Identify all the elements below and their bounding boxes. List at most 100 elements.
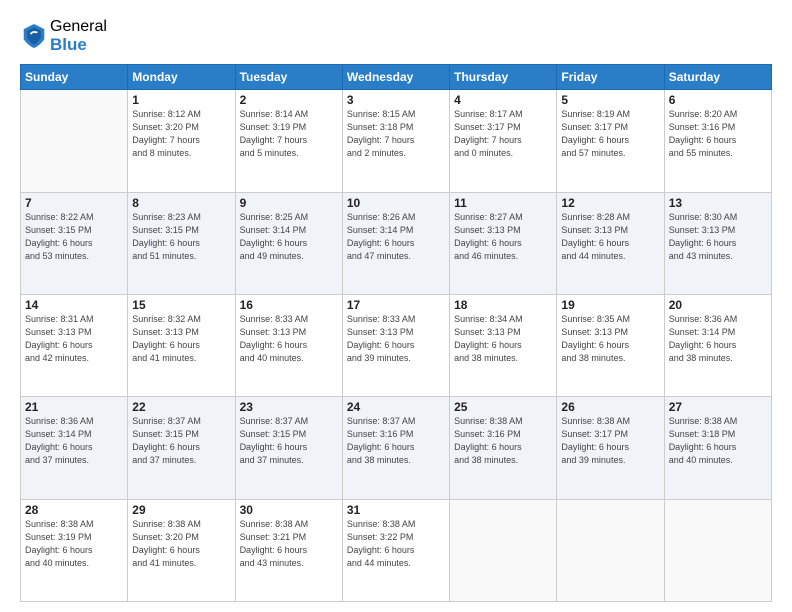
calendar-week-row: 14Sunrise: 8:31 AM Sunset: 3:13 PM Dayli… (21, 294, 772, 396)
calendar-week-row: 7Sunrise: 8:22 AM Sunset: 3:15 PM Daylig… (21, 192, 772, 294)
day-number: 8 (132, 196, 230, 210)
day-info: Sunrise: 8:28 AM Sunset: 3:13 PM Dayligh… (561, 211, 659, 263)
day-info: Sunrise: 8:38 AM Sunset: 3:21 PM Dayligh… (240, 518, 338, 570)
col-saturday: Saturday (664, 65, 771, 90)
col-tuesday: Tuesday (235, 65, 342, 90)
day-info: Sunrise: 8:26 AM Sunset: 3:14 PM Dayligh… (347, 211, 445, 263)
day-info: Sunrise: 8:17 AM Sunset: 3:17 PM Dayligh… (454, 108, 552, 160)
day-info: Sunrise: 8:14 AM Sunset: 3:19 PM Dayligh… (240, 108, 338, 160)
logo-icon (22, 22, 46, 50)
table-row: 11Sunrise: 8:27 AM Sunset: 3:13 PM Dayli… (450, 192, 557, 294)
day-number: 21 (25, 400, 123, 414)
header: General Blue (20, 18, 772, 54)
col-monday: Monday (128, 65, 235, 90)
day-number: 3 (347, 93, 445, 107)
calendar-table: Sunday Monday Tuesday Wednesday Thursday… (20, 64, 772, 602)
day-number: 17 (347, 298, 445, 312)
day-info: Sunrise: 8:23 AM Sunset: 3:15 PM Dayligh… (132, 211, 230, 263)
table-row: 18Sunrise: 8:34 AM Sunset: 3:13 PM Dayli… (450, 294, 557, 396)
table-row: 22Sunrise: 8:37 AM Sunset: 3:15 PM Dayli… (128, 397, 235, 499)
logo: General Blue (20, 18, 107, 54)
day-info: Sunrise: 8:38 AM Sunset: 3:18 PM Dayligh… (669, 415, 767, 467)
table-row (664, 499, 771, 601)
table-row: 1Sunrise: 8:12 AM Sunset: 3:20 PM Daylig… (128, 90, 235, 192)
day-info: Sunrise: 8:20 AM Sunset: 3:16 PM Dayligh… (669, 108, 767, 160)
day-number: 10 (347, 196, 445, 210)
day-info: Sunrise: 8:36 AM Sunset: 3:14 PM Dayligh… (25, 415, 123, 467)
table-row: 21Sunrise: 8:36 AM Sunset: 3:14 PM Dayli… (21, 397, 128, 499)
day-info: Sunrise: 8:19 AM Sunset: 3:17 PM Dayligh… (561, 108, 659, 160)
day-number: 1 (132, 93, 230, 107)
day-info: Sunrise: 8:38 AM Sunset: 3:20 PM Dayligh… (132, 518, 230, 570)
day-number: 22 (132, 400, 230, 414)
day-number: 20 (669, 298, 767, 312)
col-sunday: Sunday (21, 65, 128, 90)
table-row: 14Sunrise: 8:31 AM Sunset: 3:13 PM Dayli… (21, 294, 128, 396)
day-number: 15 (132, 298, 230, 312)
table-row: 5Sunrise: 8:19 AM Sunset: 3:17 PM Daylig… (557, 90, 664, 192)
logo-text: General Blue (50, 18, 107, 54)
table-row: 13Sunrise: 8:30 AM Sunset: 3:13 PM Dayli… (664, 192, 771, 294)
day-info: Sunrise: 8:35 AM Sunset: 3:13 PM Dayligh… (561, 313, 659, 365)
day-info: Sunrise: 8:31 AM Sunset: 3:13 PM Dayligh… (25, 313, 123, 365)
day-info: Sunrise: 8:33 AM Sunset: 3:13 PM Dayligh… (347, 313, 445, 365)
table-row (450, 499, 557, 601)
day-number: 18 (454, 298, 552, 312)
table-row: 15Sunrise: 8:32 AM Sunset: 3:13 PM Dayli… (128, 294, 235, 396)
table-row: 19Sunrise: 8:35 AM Sunset: 3:13 PM Dayli… (557, 294, 664, 396)
day-number: 29 (132, 503, 230, 517)
day-info: Sunrise: 8:38 AM Sunset: 3:16 PM Dayligh… (454, 415, 552, 467)
day-number: 23 (240, 400, 338, 414)
calendar-week-row: 21Sunrise: 8:36 AM Sunset: 3:14 PM Dayli… (21, 397, 772, 499)
day-info: Sunrise: 8:37 AM Sunset: 3:15 PM Dayligh… (240, 415, 338, 467)
day-number: 25 (454, 400, 552, 414)
day-info: Sunrise: 8:38 AM Sunset: 3:22 PM Dayligh… (347, 518, 445, 570)
day-number: 28 (25, 503, 123, 517)
day-info: Sunrise: 8:22 AM Sunset: 3:15 PM Dayligh… (25, 211, 123, 263)
table-row (21, 90, 128, 192)
table-row: 4Sunrise: 8:17 AM Sunset: 3:17 PM Daylig… (450, 90, 557, 192)
table-row (557, 499, 664, 601)
day-info: Sunrise: 8:38 AM Sunset: 3:19 PM Dayligh… (25, 518, 123, 570)
table-row: 25Sunrise: 8:38 AM Sunset: 3:16 PM Dayli… (450, 397, 557, 499)
day-info: Sunrise: 8:36 AM Sunset: 3:14 PM Dayligh… (669, 313, 767, 365)
table-row: 3Sunrise: 8:15 AM Sunset: 3:18 PM Daylig… (342, 90, 449, 192)
day-number: 2 (240, 93, 338, 107)
table-row: 8Sunrise: 8:23 AM Sunset: 3:15 PM Daylig… (128, 192, 235, 294)
calendar-week-row: 28Sunrise: 8:38 AM Sunset: 3:19 PM Dayli… (21, 499, 772, 601)
calendar-week-row: 1Sunrise: 8:12 AM Sunset: 3:20 PM Daylig… (21, 90, 772, 192)
day-info: Sunrise: 8:37 AM Sunset: 3:16 PM Dayligh… (347, 415, 445, 467)
day-number: 7 (25, 196, 123, 210)
table-row: 26Sunrise: 8:38 AM Sunset: 3:17 PM Dayli… (557, 397, 664, 499)
table-row: 9Sunrise: 8:25 AM Sunset: 3:14 PM Daylig… (235, 192, 342, 294)
table-row: 10Sunrise: 8:26 AM Sunset: 3:14 PM Dayli… (342, 192, 449, 294)
day-number: 26 (561, 400, 659, 414)
day-info: Sunrise: 8:37 AM Sunset: 3:15 PM Dayligh… (132, 415, 230, 467)
logo-general: General (50, 18, 107, 36)
day-number: 5 (561, 93, 659, 107)
day-info: Sunrise: 8:34 AM Sunset: 3:13 PM Dayligh… (454, 313, 552, 365)
day-number: 6 (669, 93, 767, 107)
day-info: Sunrise: 8:25 AM Sunset: 3:14 PM Dayligh… (240, 211, 338, 263)
day-info: Sunrise: 8:38 AM Sunset: 3:17 PM Dayligh… (561, 415, 659, 467)
day-number: 9 (240, 196, 338, 210)
logo-blue: Blue (50, 36, 107, 55)
day-info: Sunrise: 8:27 AM Sunset: 3:13 PM Dayligh… (454, 211, 552, 263)
day-number: 11 (454, 196, 552, 210)
table-row: 20Sunrise: 8:36 AM Sunset: 3:14 PM Dayli… (664, 294, 771, 396)
table-row: 16Sunrise: 8:33 AM Sunset: 3:13 PM Dayli… (235, 294, 342, 396)
col-thursday: Thursday (450, 65, 557, 90)
table-row: 24Sunrise: 8:37 AM Sunset: 3:16 PM Dayli… (342, 397, 449, 499)
day-number: 31 (347, 503, 445, 517)
day-info: Sunrise: 8:12 AM Sunset: 3:20 PM Dayligh… (132, 108, 230, 160)
day-info: Sunrise: 8:33 AM Sunset: 3:13 PM Dayligh… (240, 313, 338, 365)
day-number: 13 (669, 196, 767, 210)
day-info: Sunrise: 8:15 AM Sunset: 3:18 PM Dayligh… (347, 108, 445, 160)
day-number: 12 (561, 196, 659, 210)
table-row: 31Sunrise: 8:38 AM Sunset: 3:22 PM Dayli… (342, 499, 449, 601)
calendar-page: General Blue Sunday Monday Tuesday Wedne… (0, 0, 792, 612)
table-row: 12Sunrise: 8:28 AM Sunset: 3:13 PM Dayli… (557, 192, 664, 294)
table-row: 23Sunrise: 8:37 AM Sunset: 3:15 PM Dayli… (235, 397, 342, 499)
table-row: 17Sunrise: 8:33 AM Sunset: 3:13 PM Dayli… (342, 294, 449, 396)
day-info: Sunrise: 8:32 AM Sunset: 3:13 PM Dayligh… (132, 313, 230, 365)
